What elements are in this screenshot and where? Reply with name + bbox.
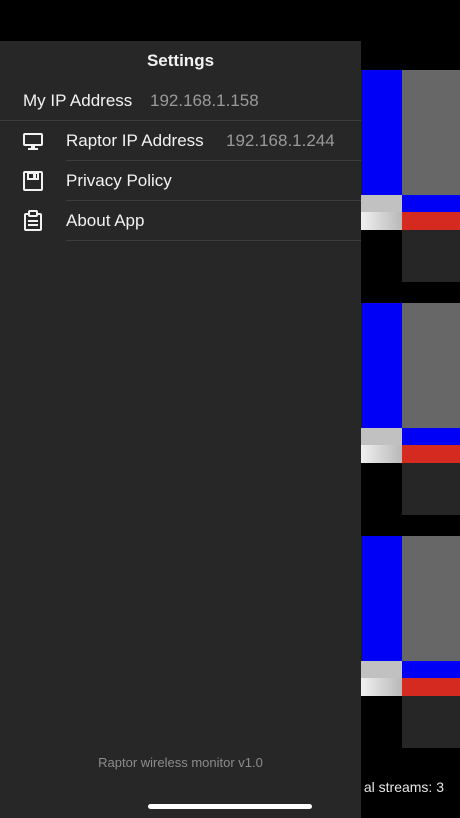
home-indicator[interactable] xyxy=(148,804,312,809)
save-icon xyxy=(21,170,45,192)
settings-drawer: Settings My IP Address 192.168.1.158 Rap… xyxy=(0,41,361,818)
test-bar-red xyxy=(402,212,460,230)
app-screen: al streams: 3 Settings My IP Address 192… xyxy=(0,0,460,818)
drawer-title: Settings xyxy=(146,51,215,70)
app-version-label: Raptor wireless monitor v1.0 xyxy=(98,755,263,770)
clipboard-icon xyxy=(21,210,45,232)
test-bar-gray xyxy=(402,70,460,195)
test-bar-red xyxy=(402,678,460,696)
test-bar-blue-small xyxy=(402,661,460,678)
test-bar-red xyxy=(402,445,460,463)
my-ip-label: My IP Address xyxy=(23,91,133,110)
menu-item-label: Raptor IP Address xyxy=(66,131,204,150)
menu-item-label: About App xyxy=(66,211,145,230)
menu-item-raptor-ip[interactable]: Raptor IP Address 192.168.1.244 xyxy=(0,121,361,161)
menu-item-label: Privacy Policy xyxy=(66,171,172,190)
test-bar-blue-small xyxy=(402,428,460,445)
my-ip-value: 192.168.1.158 xyxy=(150,91,259,110)
test-bar-gray xyxy=(402,536,460,661)
raptor-ip-value: 192.168.1.244 xyxy=(226,131,335,150)
menu-item-privacy-policy[interactable]: Privacy Policy xyxy=(0,161,361,201)
test-bar-blue-small xyxy=(402,195,460,212)
divider xyxy=(66,240,361,241)
test-bar-darkgray xyxy=(402,463,460,515)
test-bar-darkgray xyxy=(402,230,460,282)
test-bar-gray xyxy=(402,303,460,428)
monitor-icon xyxy=(21,130,45,152)
menu-item-about-app[interactable]: About App xyxy=(0,201,361,241)
my-ip-row: My IP Address 192.168.1.158 xyxy=(0,81,361,121)
test-bar-darkgray xyxy=(402,696,460,748)
